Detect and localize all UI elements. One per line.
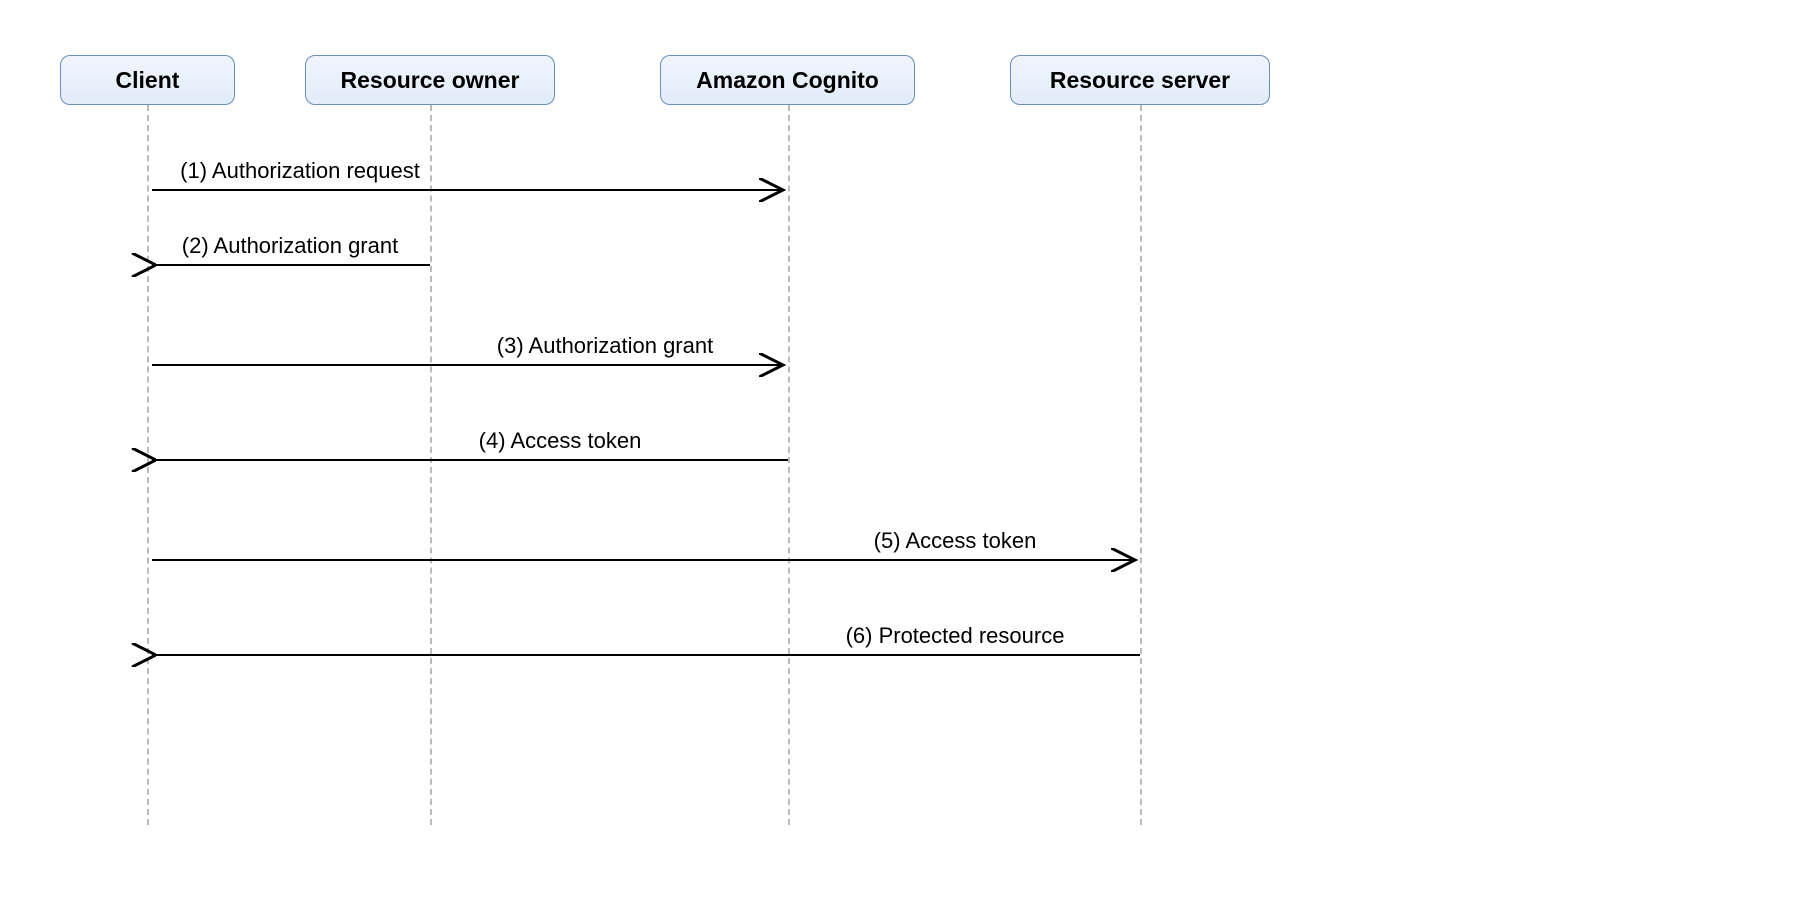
participant-label: Amazon Cognito [696, 67, 879, 94]
lifeline-client [147, 105, 149, 825]
lifeline-server [1140, 105, 1142, 825]
message-label-m3: (3) Authorization grant [497, 333, 713, 359]
participant-label: Resource owner [341, 67, 520, 94]
message-label-m4: (4) Access token [479, 428, 642, 454]
participant-label: Resource server [1050, 67, 1230, 94]
participant-client: Client [60, 55, 235, 105]
participant-amazon-cognito: Amazon Cognito [660, 55, 915, 105]
participant-label: Client [116, 67, 180, 94]
message-label-m5: (5) Access token [874, 528, 1037, 554]
participant-resource-owner: Resource owner [305, 55, 555, 105]
message-label-m6: (6) Protected resource [846, 623, 1065, 649]
participant-resource-server: Resource server [1010, 55, 1270, 105]
message-label-m2: (2) Authorization grant [182, 233, 398, 259]
sequence-arrows [0, 0, 1800, 900]
message-label-m1: (1) Authorization request [180, 158, 420, 184]
lifeline-cognito [788, 105, 790, 825]
lifeline-owner [430, 105, 432, 825]
